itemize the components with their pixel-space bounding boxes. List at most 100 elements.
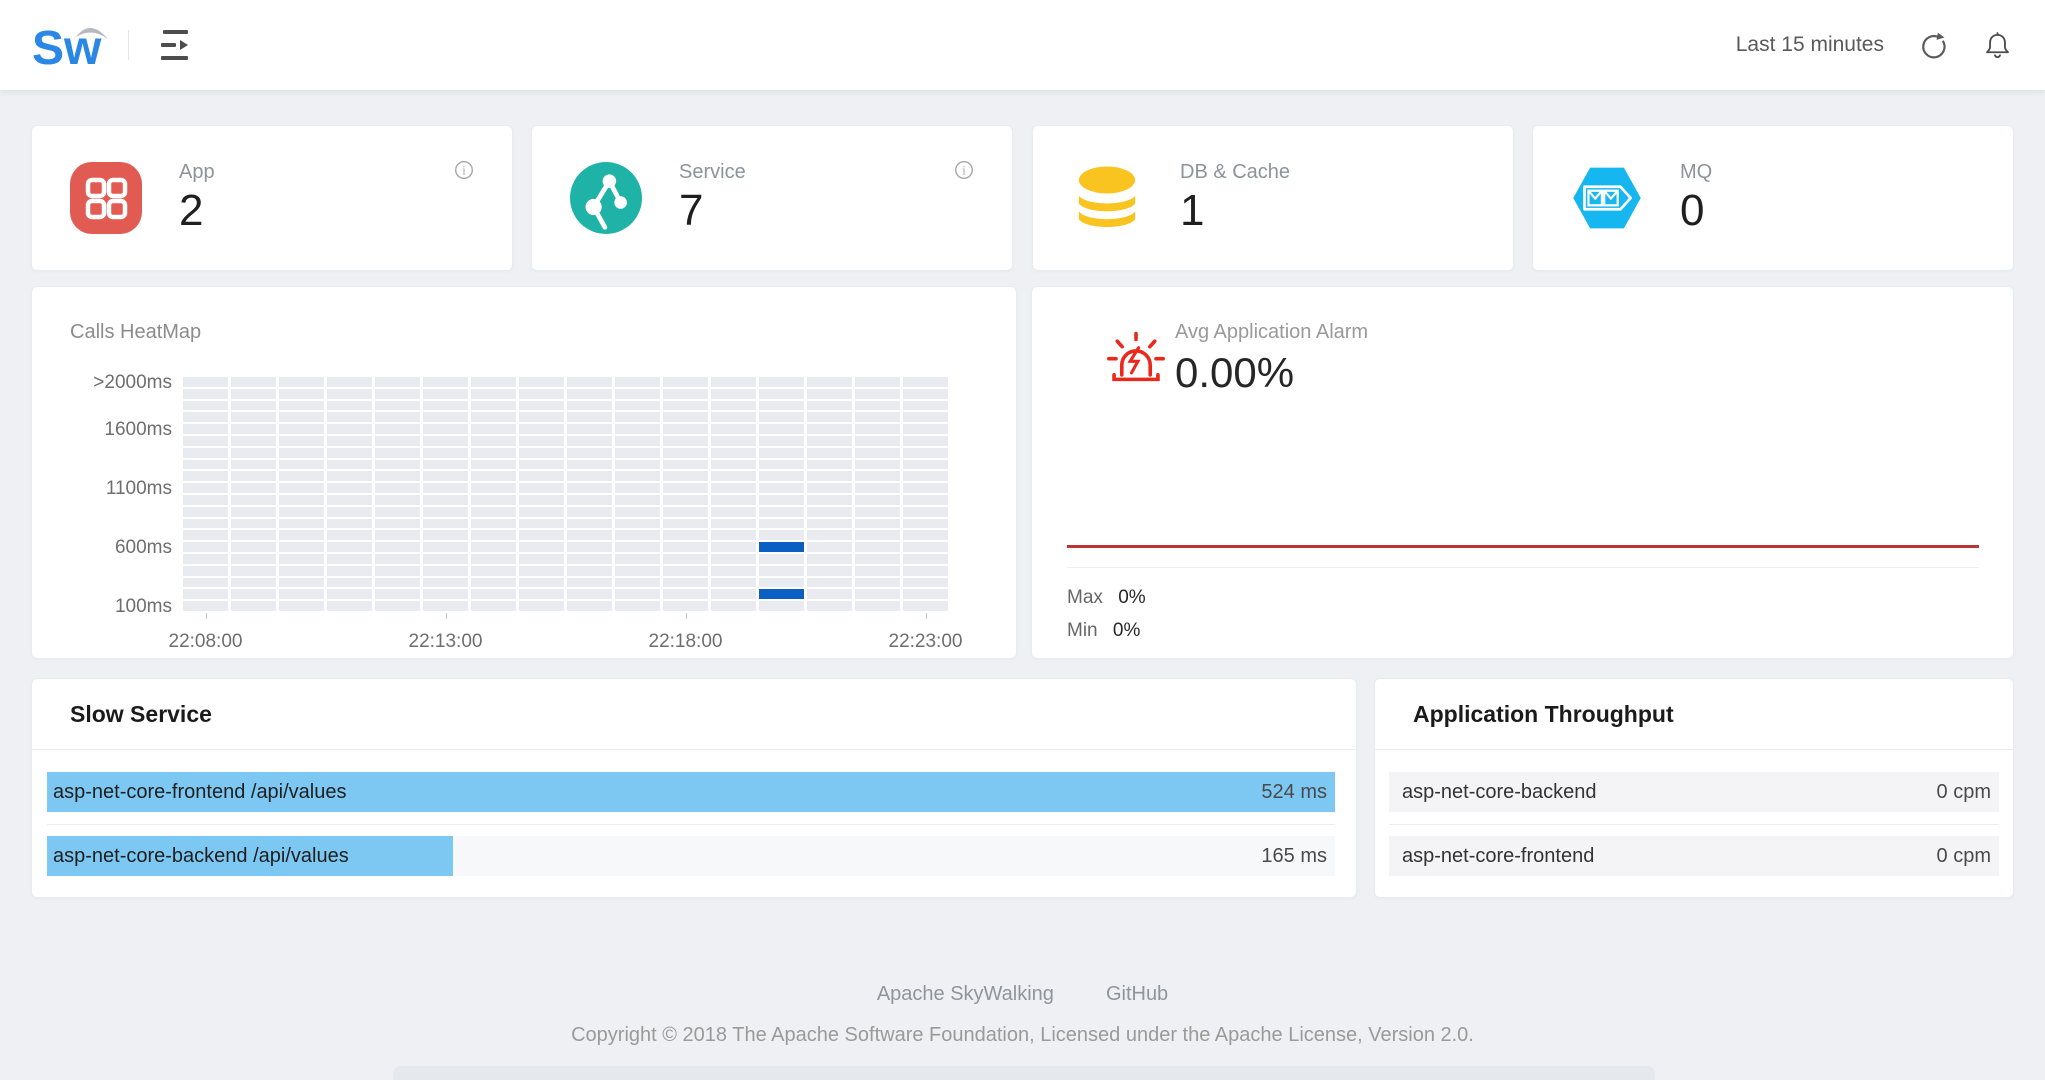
stat-card-mq[interactable]: MQ 0 (1532, 125, 2014, 271)
heatmap-cell (711, 506, 756, 517)
heatmap-cell (615, 483, 660, 493)
skywalking-logo[interactable]: Sw (30, 16, 116, 74)
heatmap-cell (279, 495, 324, 505)
heatmap-cell (519, 471, 564, 482)
heatmap-cell (231, 577, 276, 588)
heatmap-cell (375, 483, 420, 493)
heatmap-cell (711, 424, 756, 434)
heatmap-cell (903, 424, 948, 434)
heatmap-cell (855, 424, 900, 434)
heatmap-cell (807, 518, 852, 529)
heatmap-cell (231, 447, 276, 458)
heatmap-cell (423, 530, 468, 541)
heatmap-title: Calls HeatMap (70, 321, 202, 343)
heatmap-cell (327, 412, 372, 423)
heatmap-cell (663, 400, 708, 411)
heatmap-cell (711, 400, 756, 411)
heatmap-cell (663, 601, 708, 611)
heatmap-cell (807, 530, 852, 541)
heatmap-cell (327, 436, 372, 446)
heatmap-cell (231, 518, 276, 529)
heatmap-cell (711, 388, 756, 399)
skywalking-dashboard: Sw Last 15 minutes App 2 i Service 7 i D… (0, 0, 2045, 1080)
heatmap-cell (711, 589, 756, 600)
heatmap-cell (759, 565, 804, 576)
heatmap-cell (903, 483, 948, 493)
notifications-bell-icon[interactable] (1983, 30, 2012, 61)
heatmap-cell (807, 589, 852, 600)
heatmap-cell (423, 506, 468, 517)
heatmap-cell (855, 577, 900, 588)
heatmap-cell (855, 601, 900, 611)
heatmap-cell (183, 412, 228, 423)
heatmap-cell (231, 377, 276, 387)
heatmap-cell (759, 506, 804, 517)
heatmap-cell (279, 601, 324, 611)
heatmap-cell (903, 518, 948, 529)
info-icon[interactable]: i (454, 160, 474, 185)
heatmap-cell (855, 436, 900, 446)
heatmap-cell (471, 459, 516, 470)
heatmap-cell (375, 530, 420, 541)
heatmap-cell (327, 518, 372, 529)
refresh-icon[interactable] (1918, 30, 1949, 61)
info-icon[interactable]: i (954, 160, 974, 185)
svg-text:i: i (462, 163, 466, 177)
heatmap-cell (231, 601, 276, 611)
stat-card-service[interactable]: Service 7 i (531, 125, 1013, 271)
heatmap-cell (711, 518, 756, 529)
heatmap-cell (807, 436, 852, 446)
heatmap-cell (423, 554, 468, 564)
heatmap-cell (807, 483, 852, 493)
heatmap-cell (855, 400, 900, 411)
heatmap-x-label: 22:23:00 (888, 631, 963, 652)
menu-fold-icon[interactable] (161, 30, 189, 60)
heatmap-chart[interactable]: >2000ms 1600ms 1100ms 600ms 100ms 22:08:00 22:… (93, 372, 962, 652)
heatmap-cell (903, 388, 948, 399)
heatmap-cell (855, 471, 900, 482)
stat-card-db-cache[interactable]: DB & Cache 1 (1032, 125, 1514, 271)
bar-value: 0 cpm (1936, 845, 1991, 867)
heatmap-cell (183, 518, 228, 529)
heatmap-cell (423, 483, 468, 493)
heatmap-cell (567, 495, 612, 505)
heatmap-cell (567, 530, 612, 541)
time-range-selector[interactable]: Last 15 minutes (1736, 33, 1884, 57)
heatmap-cell (567, 400, 612, 411)
heatmap-cell (759, 459, 804, 470)
heatmap-cell (903, 412, 948, 423)
heatmap-cell (567, 506, 612, 517)
heatmap-cell (279, 577, 324, 588)
throughput-row[interactable]: asp-net-core-backend 0 cpm (1389, 772, 1999, 812)
stat-card-app[interactable]: App 2 i (31, 125, 513, 271)
heatmap-cell (519, 483, 564, 493)
application-throughput-panel: Application Throughput asp-net-core-back… (1374, 678, 2014, 898)
footer-link-apache-skywalking[interactable]: Apache SkyWalking (877, 983, 1054, 1005)
throughput-row[interactable]: asp-net-core-frontend 0 cpm (1389, 836, 1999, 876)
heatmap-cell (903, 530, 948, 541)
heatmap-cell (615, 471, 660, 482)
alarm-siren-icon (1105, 329, 1167, 396)
heatmap-y-label: 600ms (114, 537, 172, 559)
heatmap-cell (855, 554, 900, 564)
heatmap-cell (615, 424, 660, 434)
heatmap-cell (375, 447, 420, 458)
heatmap-cell (663, 388, 708, 399)
heatmap-cell (615, 577, 660, 588)
heatmap-cell (711, 459, 756, 470)
footer-link-github[interactable]: GitHub (1106, 983, 1168, 1005)
svg-text:i: i (962, 163, 966, 177)
heatmap-cell (855, 589, 900, 600)
heatmap-x-tick (445, 613, 447, 619)
heatmap-cell (519, 554, 564, 564)
heatmap-cell (567, 589, 612, 600)
slow-service-row[interactable]: asp-net-core-backend /api/values 165 ms (47, 836, 1335, 876)
heatmap-cell (327, 565, 372, 576)
heatmap-cell (567, 577, 612, 588)
heatmap-cell (279, 565, 324, 576)
stat-value: 7 (679, 186, 704, 236)
heatmap-cell (231, 495, 276, 505)
heatmap-cell (183, 554, 228, 564)
slow-service-row[interactable]: asp-net-core-frontend /api/values 524 ms (47, 772, 1335, 812)
heatmap-cell (279, 483, 324, 493)
